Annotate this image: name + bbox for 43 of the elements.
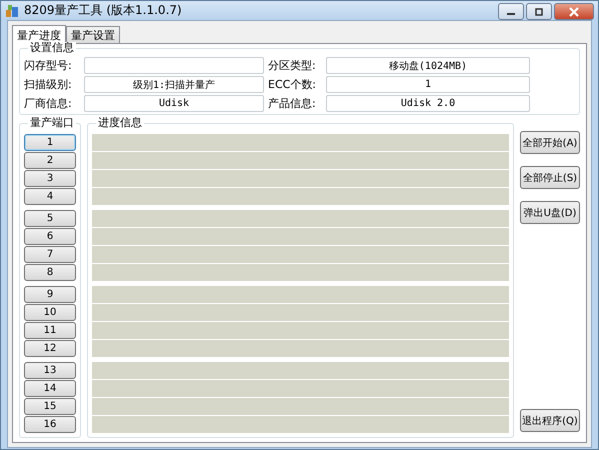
group-title: 进度信息 (96, 117, 144, 129)
port-button[interactable]: 7 (24, 246, 76, 263)
action-button[interactable]: 弹出U盘(D) (520, 201, 580, 224)
group-title: 量产端口 (28, 117, 76, 129)
field-label: 扫描级别: (24, 77, 73, 92)
port-button[interactable]: 4 (24, 188, 76, 205)
input-field[interactable]: 级别1:扫描并量产 (84, 76, 264, 93)
port-button[interactable]: 11 (24, 322, 76, 339)
input-field[interactable]: 移动盘(1024MB) (326, 57, 530, 74)
field-label: 产品信息: (268, 96, 317, 111)
maximize-icon (534, 8, 544, 16)
field-label: 厂商信息: (24, 96, 73, 111)
input-field[interactable]: 1 (326, 76, 530, 93)
port-button[interactable]: 15 (24, 398, 76, 415)
port-button[interactable]: 14 (24, 380, 76, 397)
port-button[interactable]: 1 (24, 134, 76, 151)
port-button[interactable]: 13 (24, 362, 76, 379)
input-field[interactable] (84, 57, 264, 74)
action-button[interactable]: 全部开始(A) (520, 131, 580, 154)
port-button[interactable]: 16 (24, 416, 76, 433)
app-icon (5, 4, 19, 18)
field-label: 闪存型号: (24, 58, 73, 73)
port-button[interactable]: 5 (24, 210, 76, 227)
field-label: ECC个数: (268, 77, 318, 92)
input-field[interactable]: Udisk 2.0 (326, 95, 530, 112)
port-button[interactable]: 10 (24, 304, 76, 321)
tab[interactable]: 量产设置 (66, 26, 120, 43)
port-button[interactable]: 12 (24, 340, 76, 357)
minimize-button[interactable] (498, 3, 524, 20)
group-title: 设置信息 (28, 42, 76, 54)
port-button[interactable]: 2 (24, 152, 76, 169)
input-field[interactable]: Udisk (84, 95, 264, 112)
close-icon (568, 6, 580, 16)
maximize-button[interactable] (526, 3, 552, 20)
field-label: 分区类型: (268, 58, 317, 73)
window-title: 8209量产工具 (版本1.1.0.7) (24, 2, 182, 19)
close-button[interactable] (554, 3, 594, 20)
port-button[interactable]: 9 (24, 286, 76, 303)
port-button[interactable]: 3 (24, 170, 76, 187)
exit-button[interactable]: 退出程序(Q) (520, 409, 580, 432)
port-button[interactable]: 6 (24, 228, 76, 245)
action-button[interactable]: 全部停止(S) (520, 166, 580, 189)
port-button[interactable]: 8 (24, 264, 76, 281)
